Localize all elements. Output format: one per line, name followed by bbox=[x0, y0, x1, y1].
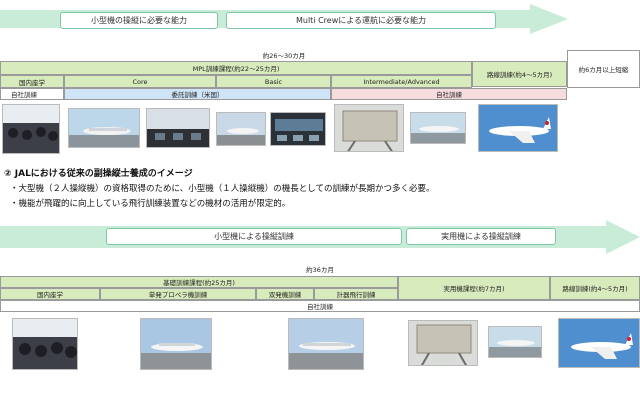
classroom-photo-2 bbox=[12, 318, 78, 370]
top-phase2-label: Multi Crewによる運航に必要な能力 bbox=[226, 12, 496, 29]
top-phase1-label: 小型機の操縦に必要な能力 bbox=[60, 12, 218, 29]
section2-heading: ② JALにおける従来の副操縦士養成のイメージ bbox=[4, 169, 193, 179]
bottom-training-inhouse: 自社訓練 bbox=[0, 300, 640, 312]
top-training-inhouse2: 自社訓練 bbox=[331, 88, 567, 100]
jal-airliner-photo bbox=[478, 104, 558, 152]
single-prop-photo bbox=[140, 318, 212, 370]
cockpit-photo bbox=[146, 108, 210, 148]
bottom-route-training: 路線訓練(約4～5カ月) bbox=[550, 276, 640, 300]
top-stage-intermediate: Intermediate/Advanced bbox=[331, 75, 472, 88]
simulator-photo bbox=[334, 104, 404, 152]
apron-jet-photo bbox=[410, 112, 466, 144]
bottom-total-period: 約36カ月 bbox=[306, 266, 334, 274]
top-route-training: 路線訓練(約4～5カ月) bbox=[472, 61, 567, 87]
jet-photo bbox=[216, 112, 266, 146]
bottom-stage-instrument: 計器飛行訓練 bbox=[314, 288, 398, 300]
sim-cockpit-photo bbox=[270, 112, 326, 146]
top-total-period: 約26～30カ月 bbox=[262, 52, 306, 60]
twin-prop-photo bbox=[288, 318, 364, 370]
section2-bullet2: ・機能が飛躍的に向上している飛行訓練装置などの機材の活用が限定的。 bbox=[10, 199, 291, 209]
top-stage-domestic: 国内座学 bbox=[0, 75, 64, 88]
jal-airliner-photo-2 bbox=[558, 318, 640, 368]
top-side-period: 約6カ月以上短縮 bbox=[567, 50, 640, 88]
top-stage-core: Core bbox=[64, 75, 216, 88]
section2-bullet1: ・大型機（２人操縦機）の資格取得のために、小型機（１人操縦機）の機長としての訓練… bbox=[10, 184, 435, 194]
bottom-basic-program: 基礎訓練課程(約25カ月) bbox=[0, 276, 398, 288]
bottom-type-program: 実用機課程(約7カ月) bbox=[398, 276, 550, 300]
bottom-stage-domestic: 国内座学 bbox=[0, 288, 100, 300]
bottom-stage-twin: 双発機訓練 bbox=[256, 288, 314, 300]
bottom-stage-single: 単発プロペラ機訓練 bbox=[100, 288, 256, 300]
top-training-inhouse1: 自社訓練 bbox=[0, 88, 64, 100]
simulator-photo-2 bbox=[408, 320, 478, 366]
bottom-phase2-label: 実用機による操縦訓練 bbox=[406, 228, 556, 245]
apron-jet-photo-2 bbox=[488, 326, 542, 358]
small-plane-photo bbox=[68, 108, 140, 148]
top-mpl-program: MPL訓練課程(約22～25カ月) bbox=[0, 61, 472, 75]
top-stage-basic: Basic bbox=[216, 75, 331, 88]
top-training-outsourced: 委託訓練（米国） bbox=[64, 88, 331, 100]
classroom-photo bbox=[2, 104, 60, 154]
bottom-phase1-label: 小型機による操縦訓練 bbox=[106, 228, 402, 245]
